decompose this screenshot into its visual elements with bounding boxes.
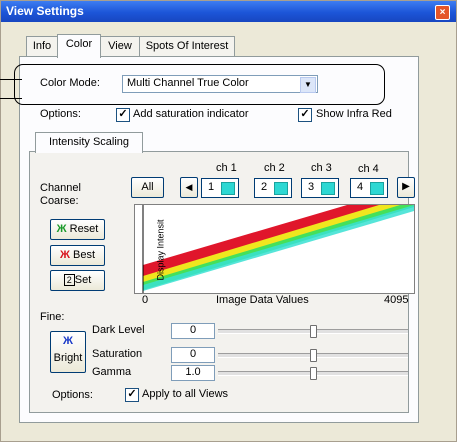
highlight-callout (14, 64, 385, 105)
gamma-field[interactable]: 1.0 (171, 365, 215, 381)
reset-label: Reset (69, 223, 99, 235)
channel-header: ch 4 (358, 163, 379, 175)
apply-all-views-checkbox[interactable]: ✓ (125, 388, 139, 402)
options-label: Options: (40, 108, 81, 120)
bright-button[interactable]: Ж Bright (50, 331, 86, 373)
channel-header: ch 2 (264, 162, 285, 174)
channel-number: 3 (308, 181, 315, 193)
channel-header: ch 3 (311, 162, 332, 174)
tab-spots-of-interest[interactable]: Spots Of Interest (139, 36, 235, 57)
window-title: View Settings (6, 4, 84, 18)
saturation-slider-thumb[interactable] (310, 349, 317, 362)
gamma-label: Gamma (92, 366, 132, 378)
title-bar[interactable]: View Settings × (1, 1, 456, 22)
tab-color[interactable]: Color (57, 34, 101, 58)
gamma-slider-thumb[interactable] (310, 367, 317, 380)
channel-1-button[interactable]: 1 (201, 178, 239, 198)
channel-2-button[interactable]: 2 (254, 178, 292, 198)
set-label: Set (74, 274, 92, 286)
set-button[interactable]: 2 Set (50, 270, 105, 291)
dark-level-field[interactable]: 0 (171, 323, 215, 339)
channel-4-button[interactable]: 4 (350, 178, 388, 198)
close-icon[interactable]: × (435, 5, 450, 20)
reset-icon: Ж (56, 223, 67, 235)
channel-color-swatch (274, 182, 288, 195)
best-icon: Ж (59, 249, 70, 261)
intensity-plot: Display Intensit (134, 204, 415, 294)
x-min-label: 0 (142, 294, 149, 306)
bright-label: Bright (53, 352, 83, 364)
infra-red-checkbox[interactable]: ✓ (298, 108, 312, 122)
fine-label: Fine: (40, 311, 65, 323)
set-icon: 2 (63, 274, 75, 286)
y-axis-label: Display Intensit (155, 219, 166, 281)
dark-level-label: Dark Level (92, 324, 145, 336)
tab-info[interactable]: Info (26, 36, 58, 57)
bright-icon: Ж (63, 335, 73, 347)
infra-red-label: Show Infra Red (316, 108, 392, 120)
channel-header: ch 1 (216, 162, 237, 174)
saturation-field[interactable]: 0 (171, 347, 215, 363)
right-arrow-icon[interactable]: ▶ (397, 177, 415, 198)
callout-leader-line (0, 98, 22, 99)
reset-button[interactable]: Ж Reset (50, 219, 105, 240)
channel-color-swatch (221, 182, 235, 195)
left-arrow-icon[interactable]: ◀ (180, 177, 198, 198)
curve-cyan (143, 205, 414, 291)
channel-color-swatch (321, 182, 335, 195)
channel-3-button[interactable]: 3 (301, 178, 339, 198)
channel-number: 2 (261, 181, 268, 193)
x-max-label: 4095 (384, 294, 409, 306)
best-label: Best (73, 249, 96, 261)
channel-label: Channel (40, 182, 81, 194)
best-button[interactable]: Ж Best (50, 245, 105, 266)
coarse-label: Coarse: (40, 195, 79, 207)
channel-number: 1 (208, 181, 215, 193)
intensity-plot-svg (142, 205, 414, 293)
channel-color-swatch (370, 182, 384, 195)
saturation-level-label: Saturation (92, 348, 143, 360)
saturation-label: Add saturation indicator (133, 108, 249, 120)
x-axis-label: Image Data Values (216, 294, 309, 306)
all-channels-button[interactable]: All (131, 177, 164, 198)
bottom-options-label: Options: (52, 389, 93, 401)
channel-number: 4 (357, 181, 364, 193)
tab-intensity-scaling[interactable]: Intensity Scaling (35, 132, 143, 153)
saturation-checkbox[interactable]: ✓ (116, 108, 130, 122)
tab-view[interactable]: View (100, 36, 140, 57)
apply-all-views-label: Apply to all Views (142, 388, 229, 400)
dark-level-slider-thumb[interactable] (310, 325, 317, 338)
callout-leader-line (0, 79, 22, 80)
